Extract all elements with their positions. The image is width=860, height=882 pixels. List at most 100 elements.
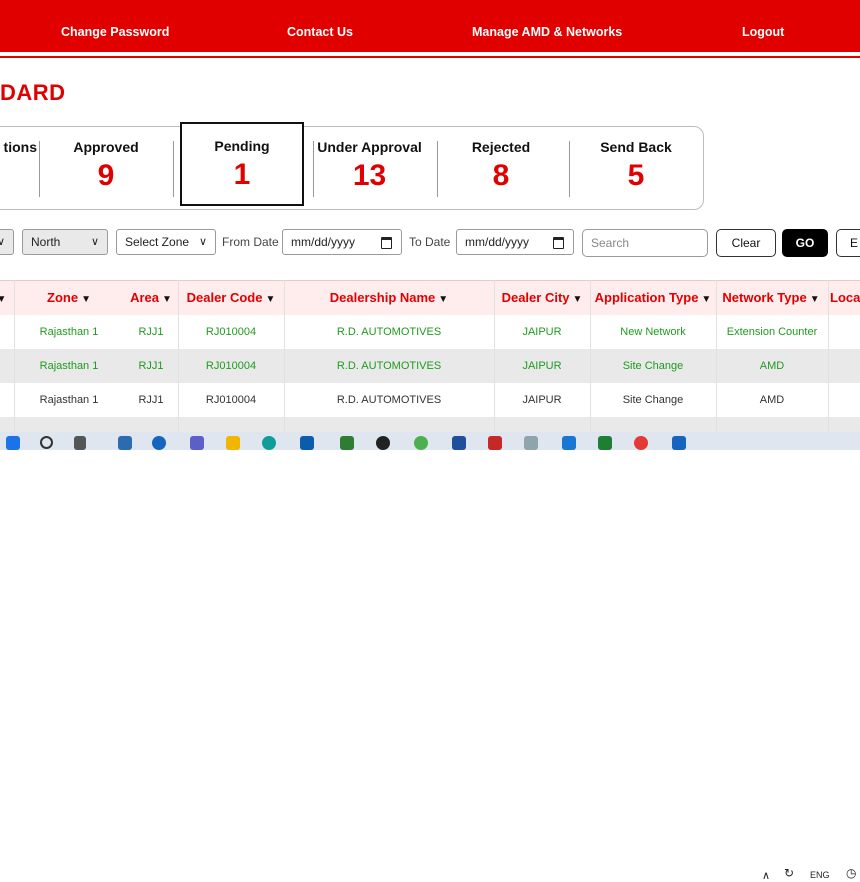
chevron-down-icon: ∨ xyxy=(196,230,207,254)
task-view-icon[interactable] xyxy=(74,436,86,450)
search-input[interactable]: Search xyxy=(582,229,708,257)
column-header-dealer-code[interactable]: Dealer Code ▼ xyxy=(178,281,284,315)
taskbar: ∧ ↻ ENG ◷ xyxy=(0,432,860,882)
sort-arrow-icon: ▼ xyxy=(809,294,820,305)
mail-icon[interactable] xyxy=(118,436,132,450)
cell-dealer-city: JAIPUR xyxy=(522,360,562,372)
stat-approved[interactable]: Approved 9 xyxy=(51,127,161,209)
teams-icon[interactable] xyxy=(190,436,204,450)
sort-arrow-icon: ▼ xyxy=(265,294,276,305)
nav-contact-us[interactable]: Contact Us xyxy=(287,0,353,52)
sort-arrow-icon: ▼ xyxy=(701,294,712,305)
column-header-application-type[interactable]: Application Type ▼ xyxy=(590,281,716,315)
cell-application-type: New Network xyxy=(620,326,686,338)
wifi-icon[interactable]: ◷ xyxy=(846,866,856,880)
column-divider xyxy=(178,280,179,432)
search-icon[interactable] xyxy=(40,436,53,449)
calculator-icon[interactable] xyxy=(562,436,576,450)
zone-select-value: Select Zone xyxy=(125,235,190,249)
nav-change-password[interactable]: Change Password xyxy=(61,0,169,52)
stat-label: tions xyxy=(3,139,37,155)
column-divider xyxy=(14,280,15,432)
sort-arrow-icon: ▼ xyxy=(438,294,449,305)
table-row[interactable] xyxy=(0,417,860,432)
stat-label: Approved xyxy=(73,139,139,155)
column-header-dealership-name[interactable]: Dealership Name ▼ xyxy=(284,281,494,315)
top-nav: Change Password Contact Us Manage AMD & … xyxy=(0,0,860,58)
stat-rejected[interactable]: Rejected 8 xyxy=(451,127,551,209)
app-icon[interactable] xyxy=(340,436,354,450)
search-placeholder: Search xyxy=(591,236,630,250)
nav-manage-amd-networks[interactable]: Manage AMD & Networks xyxy=(472,0,622,52)
cell-dealer-code: RJ010004 xyxy=(205,394,257,406)
stat-label: Send Back xyxy=(600,139,672,155)
stat-under-approval[interactable]: Under Approval 13 xyxy=(317,127,422,209)
stat-send-back[interactable]: Send Back 5 xyxy=(581,127,691,209)
stat-value: 1 xyxy=(233,158,251,191)
sort-arrow-icon: ▼ xyxy=(572,294,583,305)
column-header-network-type[interactable]: Network Type ▼ xyxy=(716,281,826,315)
stat-label: Rejected xyxy=(471,139,531,155)
language-indicator[interactable]: ENG xyxy=(810,870,830,880)
column-header-location[interactable]: Loca xyxy=(830,281,860,315)
app-icon[interactable] xyxy=(414,436,428,450)
table-header-row: ▼ Zone ▼ Area ▼ Dealer Code ▼ Dealership Na… xyxy=(0,280,860,316)
cell-zone: Rajasthan 1 xyxy=(39,360,99,372)
start-icon[interactable] xyxy=(6,436,20,450)
chrome-icon[interactable] xyxy=(634,436,648,450)
sort-arrow-icon: ▼ xyxy=(0,294,7,305)
chevron-down-icon: ∨ xyxy=(0,236,5,248)
column-divider xyxy=(828,280,829,432)
stat-pending[interactable]: Pending 1 xyxy=(180,122,304,206)
cell-dealership-name: R.D. AUTOMOTIVES xyxy=(336,326,442,338)
divider xyxy=(569,141,570,197)
column-header-area[interactable]: Area ▼ xyxy=(124,281,178,315)
page-title: DARD xyxy=(0,80,66,105)
table-row[interactable]: Rajasthan 1 RJJ1 RJ010004 R.D. AUTOMOTIV… xyxy=(0,315,860,350)
calendar-icon[interactable] xyxy=(381,237,392,249)
from-date-input[interactable]: mm/dd/yyyy xyxy=(282,229,402,255)
calendar-icon[interactable] xyxy=(553,237,564,249)
divider xyxy=(173,141,174,197)
cell-dealership-name: R.D. AUTOMOTIVES xyxy=(336,360,442,372)
app-icon[interactable] xyxy=(524,436,538,450)
region-select[interactable]: North ∨ xyxy=(22,229,108,255)
cell-dealer-code: RJ010004 xyxy=(205,360,257,372)
app-icon[interactable] xyxy=(488,436,502,450)
chevron-down-icon: ∨ xyxy=(90,236,99,248)
column-header-dealer-city[interactable]: Dealer City ▼ xyxy=(494,281,590,315)
stat-value: 13 xyxy=(352,159,387,192)
go-button[interactable]: GO xyxy=(782,229,828,257)
table-row[interactable]: Rajasthan 1 RJJ1 RJ010004 R.D. AUTOMOTIV… xyxy=(0,383,860,418)
column-header-prev[interactable]: ▼ xyxy=(0,281,10,315)
column-divider xyxy=(716,280,717,432)
chevron-up-icon[interactable]: ∧ xyxy=(762,869,770,882)
refresh-icon[interactable]: ↻ xyxy=(784,866,794,880)
to-date-value: mm/dd/yyyy xyxy=(465,235,530,249)
folder-icon[interactable] xyxy=(226,436,240,450)
cell-zone: Rajasthan 1 xyxy=(39,394,99,406)
zone-select[interactable]: Select Zone ∨ xyxy=(116,229,216,255)
app-icon[interactable] xyxy=(672,436,686,450)
cell-dealer-code: RJ010004 xyxy=(205,326,257,338)
column-header-zone[interactable]: Zone ▼ xyxy=(14,281,124,315)
to-date-label: To Date xyxy=(409,235,451,249)
browser-icon[interactable] xyxy=(152,436,166,450)
cell-network-type: AMD xyxy=(759,394,785,406)
cell-area: RJJ1 xyxy=(138,360,164,372)
export-button[interactable]: E xyxy=(836,229,860,257)
app-icon[interactable] xyxy=(376,436,390,450)
store-icon[interactable] xyxy=(300,436,314,450)
stat-applications[interactable]: tions xyxy=(0,127,37,209)
divider xyxy=(39,141,40,197)
to-date-input[interactable]: mm/dd/yyyy xyxy=(456,229,574,255)
excel-icon[interactable] xyxy=(598,436,612,450)
clear-button[interactable]: Clear xyxy=(716,229,776,257)
edge-icon[interactable] xyxy=(262,436,276,450)
nav-logout[interactable]: Logout xyxy=(742,0,784,52)
cell-area: RJJ1 xyxy=(138,326,164,338)
table-row[interactable]: Rajasthan 1 RJJ1 RJ010004 R.D. AUTOMOTIV… xyxy=(0,349,860,384)
app-icon[interactable] xyxy=(452,436,466,450)
prev-select[interactable]: ∨ xyxy=(0,229,14,255)
from-date-label: From Date xyxy=(222,235,279,249)
